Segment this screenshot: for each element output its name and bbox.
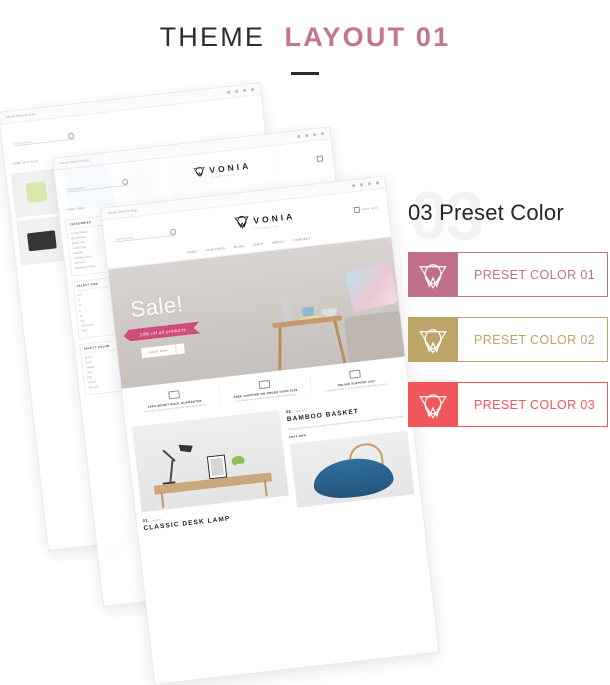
page-title: THEME LAYOUT 01 bbox=[0, 22, 610, 53]
mock-front-search-placeholder: Type Keyword... bbox=[114, 235, 135, 242]
vonia-diamond-icon bbox=[419, 394, 447, 419]
preset-color-panel: 03 03 Preset Color PRESET COLOR 01 PRESE… bbox=[408, 182, 608, 447]
compare-icon bbox=[242, 88, 247, 93]
filter-item-label: YELLOW bbox=[88, 385, 99, 390]
table-leg bbox=[278, 327, 282, 371]
mock-mid-search-placeholder: Type Keyword... bbox=[66, 185, 87, 192]
preset-color-row-2[interactable]: PRESET COLOR 02 bbox=[408, 317, 608, 363]
search-icon bbox=[169, 228, 177, 236]
desk-leg bbox=[263, 480, 268, 497]
picture-frame bbox=[206, 454, 228, 480]
heart-icon[interactable] bbox=[359, 183, 364, 187]
filter-item-label: TABLES & CHAIRS bbox=[74, 265, 96, 271]
vonia-diamond-icon bbox=[419, 329, 447, 354]
mock-front-logo[interactable]: VONIA SUPERSHOP bbox=[234, 208, 297, 233]
vonia-diamond-icon bbox=[234, 215, 249, 229]
page-title-part1: THEME bbox=[159, 22, 266, 52]
nav-item-about[interactable]: ABOUT bbox=[272, 239, 285, 244]
preset-swatch-1[interactable] bbox=[408, 252, 458, 298]
preset-swatch-2[interactable] bbox=[408, 317, 458, 363]
mock-back-search-placeholder: Type Keyword... bbox=[12, 139, 33, 146]
mock-mid-welcome-text: Default Welcome Msg! bbox=[59, 158, 90, 166]
product-image-desk-lamp bbox=[131, 410, 289, 513]
product-block-desk-lamp[interactable]: 01. CLASSIC DESK LAMP bbox=[131, 410, 291, 534]
money-icon bbox=[167, 390, 180, 400]
vase-icon bbox=[235, 463, 245, 477]
preset-color-row-1[interactable]: PRESET COLOR 01 bbox=[408, 252, 608, 298]
feature-online-support: ONLINE SUPPORT 24/7 Lorem ipsum dolor si… bbox=[310, 365, 402, 396]
nav-item-features[interactable]: FEATURES bbox=[206, 246, 226, 252]
feature-free-shipping: FREE SHIPPING ON ORDER OVER $199 Lorem i… bbox=[219, 375, 313, 407]
user-icon bbox=[227, 90, 231, 94]
mock-mid-search-input[interactable]: Type Keyword... bbox=[65, 175, 129, 193]
cart-icon bbox=[320, 132, 325, 136]
search-icon bbox=[121, 178, 129, 186]
nav-item-home[interactable]: HOME bbox=[186, 249, 197, 254]
preset-label-3: PRESET COLOR 03 bbox=[458, 382, 608, 428]
vonia-diamond-icon bbox=[419, 264, 447, 289]
lamp-arm bbox=[162, 449, 176, 462]
mock-back-topbar-icons bbox=[227, 87, 255, 94]
user-icon bbox=[296, 134, 301, 139]
heart-icon bbox=[304, 133, 309, 138]
cart-icon bbox=[316, 155, 324, 163]
truck-icon bbox=[258, 379, 271, 390]
mock-mid-logo-text: VONIA bbox=[208, 160, 252, 175]
mock-back-nav-shop[interactable]: SHOP bbox=[22, 161, 30, 165]
mock-back-welcome-text: Default Welcome Msg! bbox=[5, 112, 36, 120]
breadcrumb-home[interactable]: HOME bbox=[67, 208, 75, 212]
nav-item-shop[interactable]: SHOP bbox=[253, 242, 264, 247]
hero-pillow-illustration bbox=[344, 263, 399, 313]
product-image-bamboo-basket bbox=[289, 430, 415, 508]
mock-mid-logo[interactable]: VONIA SUPERSHOP bbox=[193, 159, 252, 180]
nav-item-blog[interactable]: BLOG bbox=[234, 244, 244, 249]
user-icon[interactable] bbox=[351, 183, 356, 188]
nav-item-contact[interactable]: CONTACT bbox=[293, 236, 311, 242]
mock-back-search-input[interactable]: Type Keyword... bbox=[11, 129, 75, 147]
cart-icon[interactable] bbox=[375, 181, 380, 185]
mock-mid-cart[interactable] bbox=[316, 155, 324, 163]
vonia-diamond-icon bbox=[193, 166, 205, 177]
cart-icon bbox=[250, 87, 255, 92]
preset-color-row-3[interactable]: PRESET COLOR 03 bbox=[408, 382, 608, 428]
breadcrumb-current: / Shop bbox=[76, 206, 84, 211]
product-block-bamboo-basket[interactable]: 02. BAMBOO BASKET Pellentesque id lacini… bbox=[286, 396, 416, 516]
search-icon bbox=[67, 132, 75, 140]
compare-icon bbox=[312, 132, 317, 137]
lamp-arm bbox=[169, 459, 174, 482]
hero-shop-now-button[interactable]: SHOP NOW › bbox=[141, 343, 186, 359]
lamp-head bbox=[179, 443, 194, 454]
hero-table-illustration bbox=[269, 286, 347, 371]
preset-panel-heading: 03 Preset Color bbox=[408, 200, 564, 225]
kettle-icon bbox=[281, 295, 294, 323]
compare-icon[interactable] bbox=[367, 182, 372, 186]
mock-front-cart-label: 0 Item - $0.00 bbox=[361, 206, 378, 211]
preset-swatch-3[interactable] bbox=[408, 382, 458, 428]
mock-back-nav-blog[interactable]: BLOG bbox=[31, 160, 39, 164]
mock-front-search-input[interactable]: Type Keyword... bbox=[113, 225, 177, 243]
mock-front-cart[interactable]: 0 Item - $0.00 bbox=[353, 205, 379, 214]
hero-button-label: SHOP NOW bbox=[141, 344, 176, 359]
page-title-part2: LAYOUT 01 bbox=[284, 22, 451, 52]
desk-leg bbox=[160, 491, 165, 508]
cart-icon bbox=[353, 206, 361, 214]
hero-ribbon: 10% off all products bbox=[123, 322, 200, 343]
hero-headline: Sale! bbox=[129, 291, 185, 323]
heart-icon bbox=[235, 89, 239, 94]
mock-mid-topbar-icons bbox=[296, 132, 325, 139]
support-icon bbox=[349, 369, 362, 379]
chevron-right-icon: › bbox=[174, 343, 186, 355]
mockup-screenshot-front[interactable]: Default Welcome Msg! Type Keyword... VON… bbox=[100, 175, 440, 685]
preset-label-1: PRESET COLOR 01 bbox=[458, 252, 608, 298]
feature-money-back: 100% MONEY BACK GUARANTEE Lorem ipsum do… bbox=[128, 385, 222, 417]
filter-item-label: SLIM bbox=[81, 328, 88, 333]
theme-mockup-stack: Default Welcome Msg! Type Keyword... HOM… bbox=[0, 82, 440, 685]
preset-label-2: PRESET COLOR 02 bbox=[458, 317, 608, 363]
title-divider bbox=[291, 72, 319, 75]
mock-front-welcome-text: Default Welcome Msg! bbox=[107, 208, 138, 216]
mock-front-topbar-icons bbox=[351, 181, 380, 188]
mock-back-nav-home[interactable]: HOME bbox=[13, 162, 21, 166]
mock-front-logo-text: VONIA bbox=[252, 210, 296, 226]
